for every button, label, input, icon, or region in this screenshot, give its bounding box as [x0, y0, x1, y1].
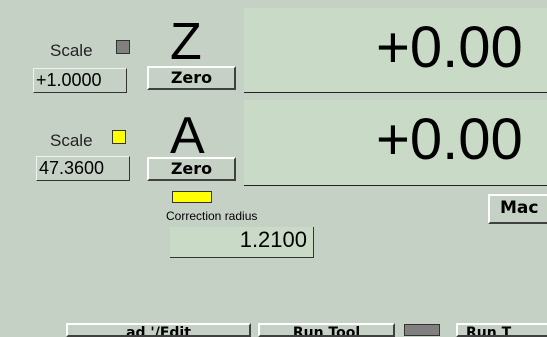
z-scale-led-icon — [116, 40, 130, 54]
z-scale-field[interactable]: +1.0000 — [33, 68, 127, 93]
z-dro-display: +0.00 — [244, 8, 547, 93]
a-axis-letter: A — [170, 107, 205, 165]
z-scale-label: Scale — [50, 41, 93, 60]
edit-button[interactable]: ad '/Edit — [66, 323, 251, 337]
a-scale-field[interactable]: 47.3600 — [36, 156, 130, 181]
a-scale-label: Scale — [50, 131, 93, 150]
mac-button[interactable]: Mac — [488, 194, 547, 224]
correction-radius-label: Correction radius — [166, 209, 258, 223]
run-tool-button[interactable]: Run Tool — [258, 323, 395, 337]
a-zero-button[interactable]: Zero — [147, 157, 236, 181]
z-zero-button[interactable]: Zero — [147, 66, 236, 90]
correction-radius-input[interactable]: 1.2100 — [170, 227, 314, 258]
run-t-button[interactable]: Run T — [456, 323, 547, 337]
bottom-led-icon — [404, 324, 440, 336]
z-axis-letter: Z — [170, 13, 202, 71]
correction-indicator-icon — [172, 191, 212, 203]
a-dro-display: +0.00 — [244, 100, 547, 186]
a-scale-led-icon — [112, 130, 126, 144]
